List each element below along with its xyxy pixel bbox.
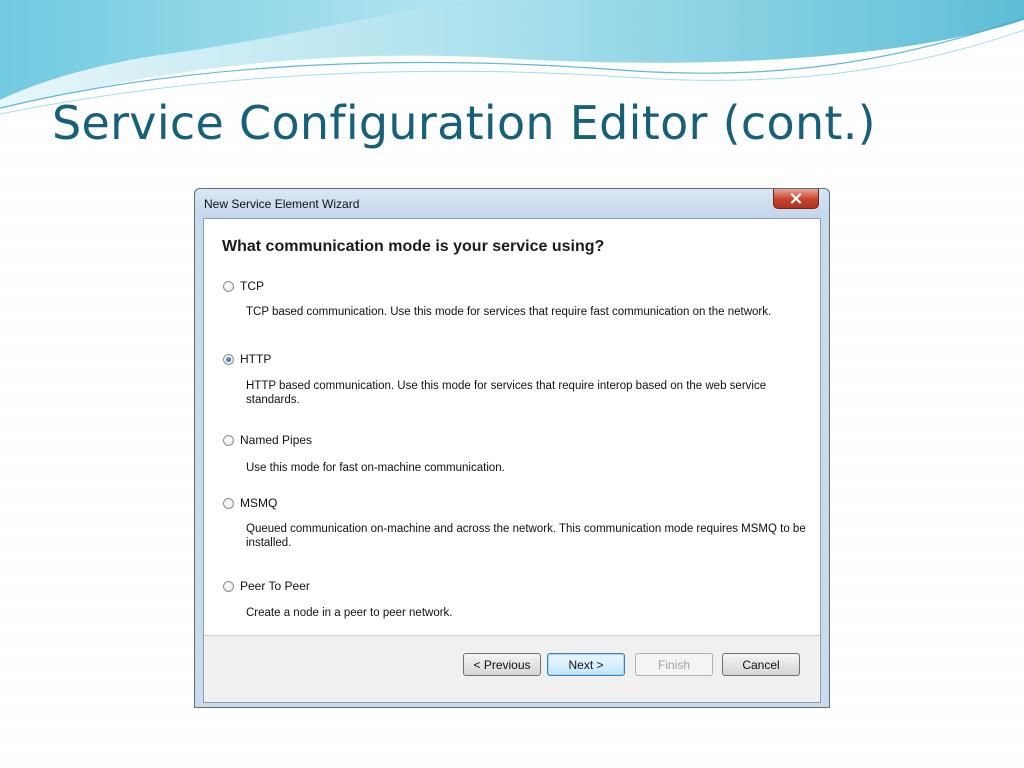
radio-tcp[interactable] — [223, 280, 234, 292]
close-icon — [790, 193, 802, 204]
finish-button: Finish — [635, 653, 713, 676]
option-peer-to-peer[interactable]: Peer To Peer — [223, 579, 310, 593]
radio-msmq[interactable] — [223, 497, 234, 509]
close-button[interactable] — [773, 189, 819, 209]
slide-title: Service Configuration Editor (cont.) — [52, 96, 876, 150]
option-tcp-label: TCP — [240, 279, 264, 293]
option-peer-to-peer-description: Create a node in a peer to peer network. — [246, 607, 453, 619]
option-peer-to-peer-label: Peer To Peer — [240, 579, 310, 593]
wizard-heading: What communication mode is your service … — [222, 238, 605, 255]
option-tcp-description: TCP based communication. Use this mode f… — [246, 306, 772, 318]
wizard-content: What communication mode is your service … — [203, 218, 821, 703]
option-http[interactable]: HTTP — [223, 352, 271, 366]
option-named-pipes[interactable]: Named Pipes — [223, 433, 312, 447]
option-msmq-description: Queued communication on-machine and acro… — [246, 523, 806, 549]
option-msmq[interactable]: MSMQ — [223, 496, 277, 510]
option-msmq-label: MSMQ — [240, 496, 278, 510]
title-bar[interactable]: New Service Element Wizard — [195, 189, 829, 217]
cancel-button[interactable]: Cancel — [722, 653, 800, 676]
option-http-description: HTTP based communication. Use this mode … — [246, 380, 767, 406]
next-button[interactable]: Next > — [547, 653, 625, 676]
option-http-label: HTTP — [240, 352, 272, 366]
radio-named-pipes[interactable] — [223, 434, 234, 446]
radio-peer-to-peer[interactable] — [223, 580, 234, 592]
radio-http[interactable] — [223, 353, 234, 365]
option-named-pipes-description: Use this mode for fast on-machine commun… — [246, 462, 505, 474]
option-named-pipes-label: Named Pipes — [240, 433, 313, 447]
wizard-window: New Service Element Wizard What communic… — [194, 188, 830, 708]
window-title: New Service Element Wizard — [204, 197, 360, 211]
option-tcp[interactable]: TCP — [223, 279, 264, 293]
previous-button[interactable]: < Previous — [463, 653, 541, 676]
button-bar: < Previous Next > Finish Cancel — [204, 635, 820, 702]
